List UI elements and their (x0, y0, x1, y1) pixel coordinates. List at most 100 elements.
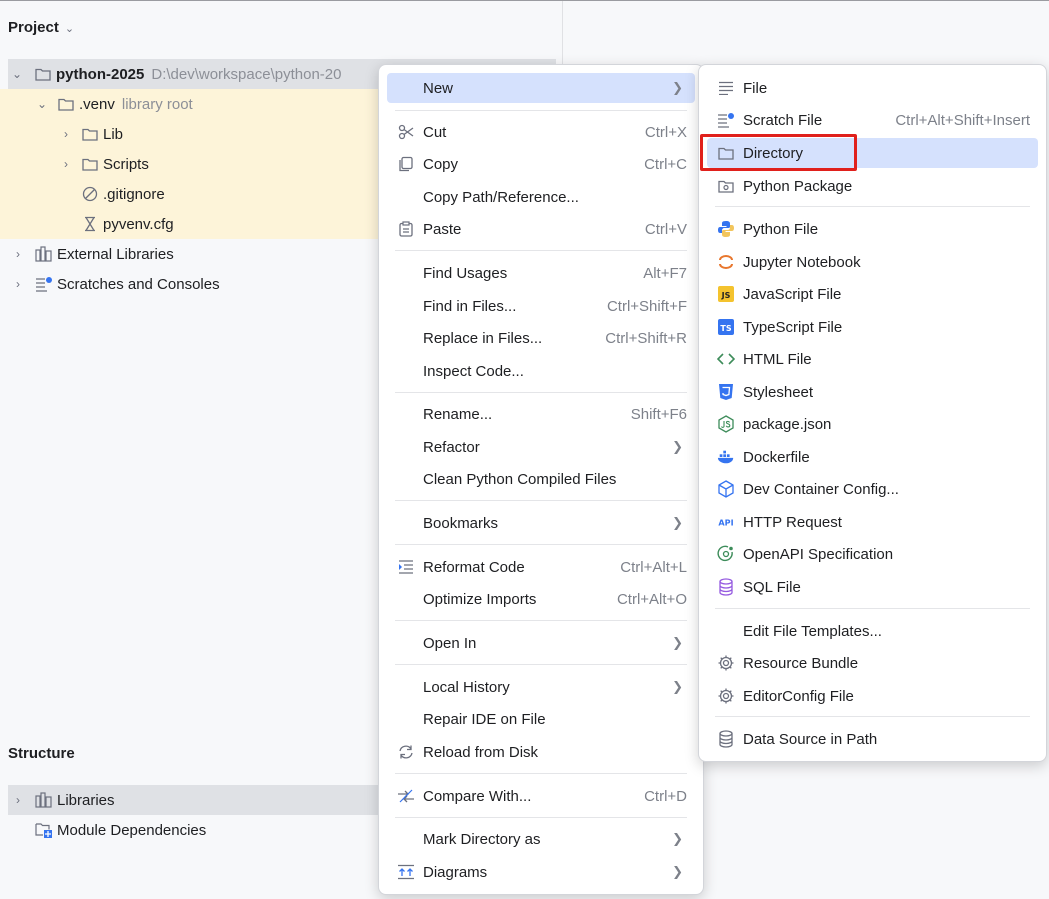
menu-item-optimize-imports[interactable]: Optimize Imports Ctrl+Alt+O (387, 584, 695, 614)
menu-item-label: Open In (423, 634, 477, 652)
project-panel-title[interactable]: Project ⌄ (8, 19, 74, 36)
menu-item-label: Optimize Imports (423, 590, 537, 608)
menu-item-cut[interactable]: Cut Ctrl+X (387, 117, 695, 147)
typescript-icon-text: TS (720, 324, 731, 333)
menu-item-rename[interactable]: Rename... Shift+F6 (387, 399, 695, 429)
menu-item-copy[interactable]: Copy Ctrl+C (387, 149, 695, 179)
structure-item-module-dependencies[interactable]: Module Dependencies (0, 815, 380, 845)
tree-item-scripts[interactable]: › Scripts (0, 149, 380, 179)
menu-item-shortcut: Ctrl+Alt+Shift+Insert (895, 111, 1030, 129)
chevron-down-icon: ⌄ (64, 23, 75, 35)
submenu-item-openapi-spec[interactable]: OpenAPI Specification (707, 539, 1038, 569)
menu-item-compare-with[interactable]: Compare With... Ctrl+D (387, 781, 695, 811)
reload-icon (397, 743, 415, 761)
submenu-item-python-package[interactable]: Python Package (707, 171, 1038, 201)
structure-item-libraries[interactable]: › Libraries (8, 785, 380, 815)
menu-item-label: Refactor (423, 438, 480, 456)
tree-item-scratches[interactable]: › Scratches and Consoles (0, 269, 380, 299)
menu-item-reload-from-disk[interactable]: Reload from Disk (387, 737, 695, 767)
menu-item-shortcut: Alt+F7 (643, 264, 687, 282)
openapi-icon (717, 545, 735, 563)
chevron-down-icon[interactable]: ⌄ (35, 97, 49, 111)
html-icon (717, 350, 735, 368)
submenu-item-resource-bundle[interactable]: Resource Bundle (707, 648, 1038, 678)
api-icon: API (717, 513, 735, 531)
menu-item-repair-ide[interactable]: Repair IDE on File (387, 704, 695, 734)
submenu-item-scratch-file[interactable]: Scratch File Ctrl+Alt+Shift+Insert (707, 105, 1038, 135)
submenu-item-stylesheet[interactable]: Stylesheet (707, 377, 1038, 407)
submenu-item-html-file[interactable]: HTML File (707, 344, 1038, 374)
javascript-icon-text: JS (721, 291, 731, 300)
tree-item-lib[interactable]: › Lib (0, 119, 380, 149)
menu-item-clean-compiled[interactable]: Clean Python Compiled Files (387, 464, 695, 494)
submenu-item-dockerfile[interactable]: Dockerfile (707, 442, 1038, 472)
submenu-item-data-source-in-path[interactable]: Data Source in Path (707, 724, 1038, 754)
tree-item-pyvenv[interactable]: pyvenv.cfg (0, 209, 380, 239)
submenu-item-jupyter-notebook[interactable]: Jupyter Notebook (707, 247, 1038, 277)
menu-item-label: Mark Directory as (423, 830, 541, 848)
tree-item-external-libraries[interactable]: › External Libraries (0, 239, 380, 269)
submenu-item-package-json[interactable]: package.json (707, 409, 1038, 439)
menu-separator (715, 608, 1030, 609)
python-icon (717, 220, 735, 238)
chevron-right-icon[interactable]: › (59, 157, 73, 171)
menu-separator (395, 500, 687, 501)
menu-item-find-usages[interactable]: Find Usages Alt+F7 (387, 258, 695, 288)
chevron-right-icon: ❯ (672, 679, 683, 694)
menu-item-paste[interactable]: Paste Ctrl+V (387, 214, 695, 244)
tree-item-venv[interactable]: ⌄ .venv library root (0, 89, 380, 119)
menu-item-label: Scratch File (743, 111, 823, 129)
chevron-right-icon: ❯ (672, 515, 683, 530)
submenu-item-edit-file-templates[interactable]: Edit File Templates... (707, 616, 1038, 646)
tree-item-label: Module Dependencies (57, 821, 207, 839)
menu-item-open-in[interactable]: Open In ❯ (387, 628, 695, 658)
chevron-right-icon: ❯ (672, 831, 683, 846)
tree-item-gitignore[interactable]: .gitignore (0, 179, 380, 209)
menu-item-bookmarks[interactable]: Bookmarks ❯ (387, 508, 695, 538)
library-icon (35, 245, 53, 263)
folder-icon (81, 125, 99, 143)
menu-item-label: Local History (423, 678, 510, 696)
menu-item-replace-in-files[interactable]: Replace in Files... Ctrl+Shift+R (387, 323, 695, 353)
submenu-item-javascript-file[interactable]: JS JavaScript File (707, 279, 1038, 309)
menu-item-refactor[interactable]: Refactor ❯ (387, 432, 695, 462)
menu-item-local-history[interactable]: Local History ❯ (387, 672, 695, 702)
menu-item-label: Bookmarks (423, 514, 499, 532)
submenu-item-dev-container-config[interactable]: Dev Container Config... (707, 474, 1038, 504)
menu-item-mark-directory[interactable]: Mark Directory as ❯ (387, 824, 695, 854)
submenu-item-http-request[interactable]: API HTTP Request (707, 507, 1038, 537)
menu-item-copy-path[interactable]: Copy Path/Reference... (387, 182, 695, 212)
submenu-item-typescript-file[interactable]: TS TypeScript File (707, 312, 1038, 342)
menu-item-reformat-code[interactable]: Reformat Code Ctrl+Alt+L (387, 552, 695, 582)
tree-item-label: pyvenv.cfg (103, 215, 174, 233)
jupyter-icon (717, 253, 735, 271)
annotation-highlight-box (700, 134, 857, 171)
chevron-down-icon[interactable]: ⌄ (10, 67, 24, 81)
menu-item-label: Dockerfile (743, 448, 810, 466)
css-icon (717, 383, 735, 401)
chevron-right-icon[interactable]: › (59, 127, 73, 141)
menu-item-label: HTTP Request (743, 513, 842, 531)
submenu-item-file[interactable]: File (707, 73, 1038, 103)
menu-item-find-in-files[interactable]: Find in Files... Ctrl+Shift+F (387, 291, 695, 321)
chevron-right-icon[interactable]: › (11, 247, 25, 261)
folder-icon (57, 95, 75, 113)
menu-item-new[interactable]: New ❯ (387, 73, 695, 103)
database-icon (717, 730, 735, 748)
submenu-item-python-file[interactable]: Python File (707, 214, 1038, 244)
menu-item-label: HTML File (743, 350, 812, 368)
diagram-icon (397, 863, 415, 881)
chevron-right-icon[interactable]: › (11, 277, 25, 291)
menu-item-diagrams[interactable]: Diagrams ❯ (387, 857, 695, 887)
folder-icon (34, 65, 52, 83)
chevron-right-icon[interactable]: › (11, 793, 25, 807)
menu-item-label: Jupyter Notebook (743, 253, 861, 271)
menu-item-shortcut: Ctrl+Alt+L (620, 558, 687, 576)
submenu-item-editorconfig-file[interactable]: EditorConfig File (707, 681, 1038, 711)
tree-item-label: .gitignore (103, 185, 165, 203)
submenu-item-sql-file[interactable]: SQL File (707, 572, 1038, 602)
menu-item-label: Stylesheet (743, 383, 814, 401)
scissors-icon (397, 123, 415, 141)
menu-item-inspect-code[interactable]: Inspect Code... (387, 356, 695, 386)
chevron-right-icon: ❯ (672, 635, 683, 650)
